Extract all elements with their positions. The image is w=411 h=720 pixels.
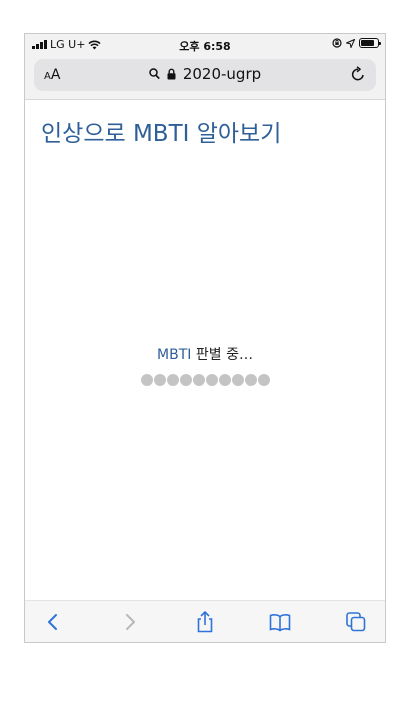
phone-screen: LG U+ 오후 6:58 AA 2020-ugrp 인상으로 MBTI 알아보… bbox=[24, 33, 386, 643]
loading-message: MBTI 판별 중… bbox=[25, 344, 385, 364]
reload-icon[interactable] bbox=[350, 66, 366, 82]
loading-dot bbox=[179, 374, 192, 386]
loading-rest-text: 판별 중… bbox=[191, 347, 253, 363]
back-icon[interactable] bbox=[41, 610, 65, 634]
status-time: 오후 6:58 bbox=[179, 40, 231, 53]
location-icon bbox=[346, 38, 355, 48]
loading-dot bbox=[244, 374, 257, 386]
status-right bbox=[332, 38, 381, 48]
loading-dot bbox=[231, 374, 244, 386]
search-icon bbox=[149, 68, 160, 80]
loading-dot bbox=[205, 374, 218, 386]
loading-accent-text: MBTI bbox=[157, 347, 192, 363]
address-bar[interactable]: AA 2020-ugrp bbox=[34, 59, 376, 91]
url-display[interactable]: 2020-ugrp bbox=[34, 65, 376, 83]
share-icon[interactable] bbox=[193, 610, 217, 634]
rotation-lock-icon bbox=[332, 38, 342, 48]
forward-icon[interactable] bbox=[118, 610, 142, 634]
loading-dot bbox=[166, 374, 179, 386]
loading-dot bbox=[257, 374, 270, 386]
battery-icon bbox=[359, 38, 381, 48]
loading-dots bbox=[25, 374, 385, 386]
tabs-icon[interactable] bbox=[344, 610, 368, 634]
status-bar: LG U+ 오후 6:58 bbox=[25, 34, 385, 56]
page-title: 인상으로 MBTI 알아보기 bbox=[41, 121, 282, 147]
url-text: 2020-ugrp bbox=[182, 65, 262, 83]
lock-icon bbox=[167, 68, 176, 80]
loading-dot bbox=[218, 374, 231, 386]
loading-dot bbox=[140, 374, 153, 386]
loading-dot bbox=[153, 374, 166, 386]
loading-dot bbox=[192, 374, 205, 386]
browser-toolbar bbox=[25, 600, 385, 642]
browser-address-area: AA 2020-ugrp bbox=[25, 56, 385, 100]
bookmarks-icon[interactable] bbox=[268, 610, 292, 634]
